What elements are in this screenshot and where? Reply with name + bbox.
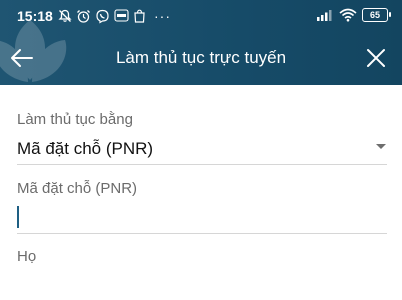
checkin-method-select[interactable]: Mã đặt chỗ (PNR): [17, 139, 153, 159]
divider: [17, 164, 387, 165]
last-name-label[interactable]: Họ: [17, 248, 36, 265]
dropdown-arrow-icon[interactable]: [376, 144, 386, 149]
mute-bell-icon: [58, 9, 72, 22]
status-bar: 15:18 ··· 65: [0, 0, 402, 30]
battery-icon: 65: [362, 8, 391, 22]
divider: [17, 233, 387, 234]
checkin-method-label: Làm thủ tục bằng: [17, 111, 133, 128]
wifi-icon: [339, 8, 357, 22]
app-header: 15:18 ··· 65 Làm thủ tục trực tuyến: [0, 0, 402, 85]
pnr-label: Mã đặt chỗ (PNR): [17, 180, 138, 197]
shopee-icon: [134, 9, 145, 23]
zalo-icon: [114, 9, 129, 22]
alarm-icon: [77, 9, 90, 23]
status-time: 15:18: [17, 8, 53, 24]
viber-icon: [96, 9, 109, 24]
signal-icon: [317, 10, 332, 21]
battery-level: 65: [369, 10, 380, 20]
more-notifications-icon: ···: [154, 8, 171, 24]
close-icon[interactable]: [362, 44, 390, 72]
pnr-input[interactable]: [17, 204, 387, 230]
page-title: Làm thủ tục trực tuyến: [115, 48, 287, 67]
text-cursor: [17, 206, 19, 228]
